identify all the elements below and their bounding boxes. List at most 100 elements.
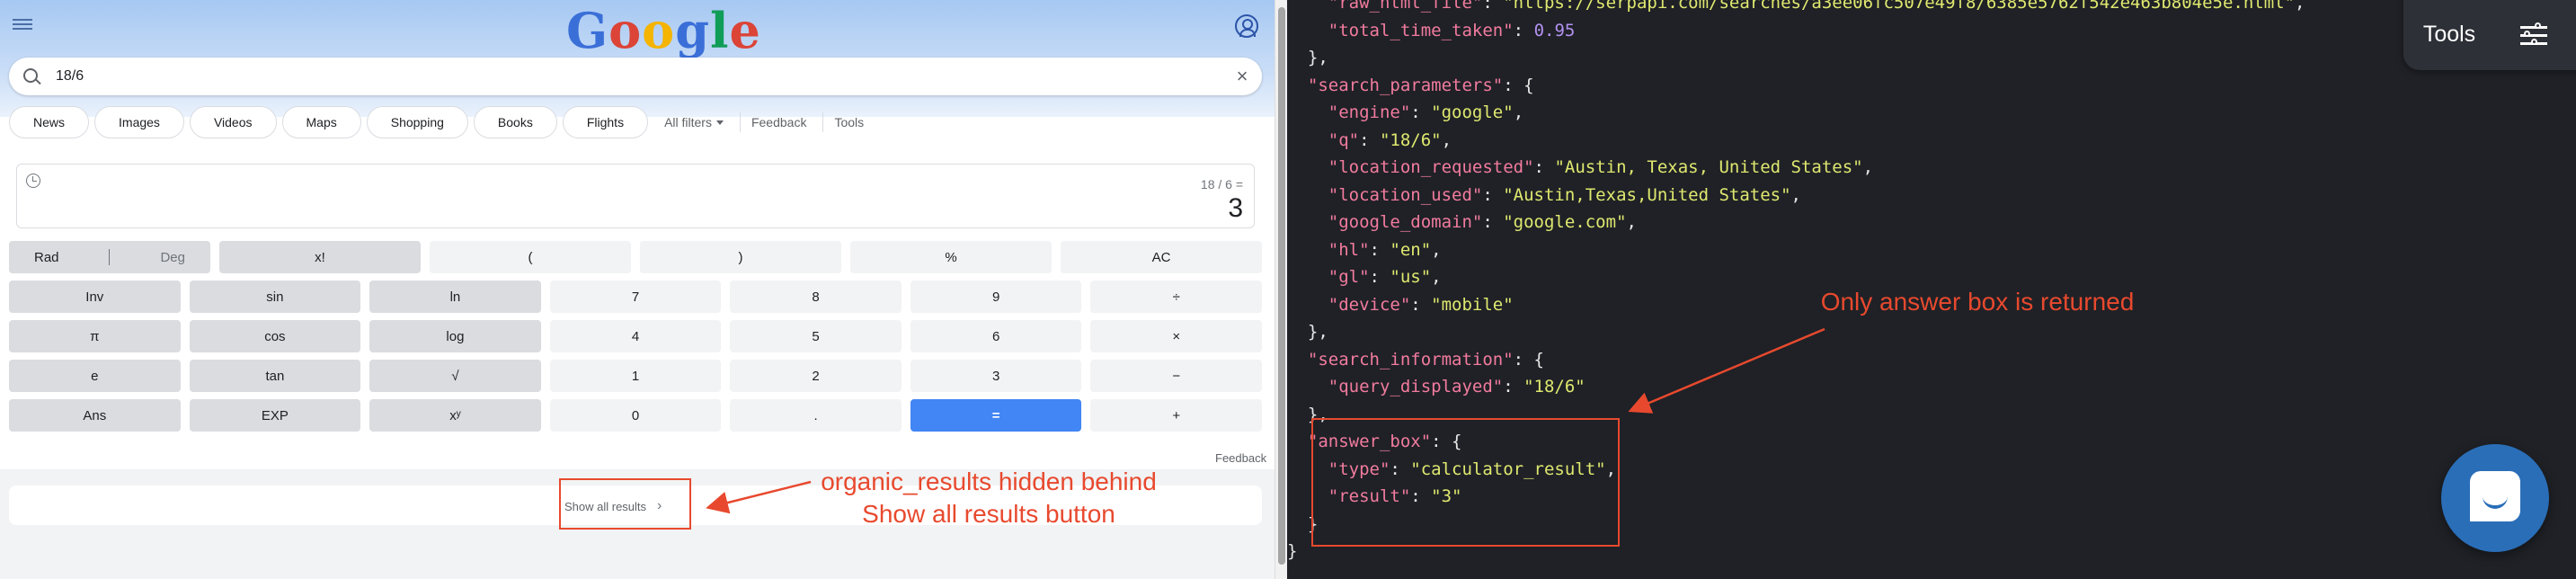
code-token: "Austin,Texas,United States" <box>1503 184 1791 205</box>
key-open-paren[interactable]: ( <box>430 241 631 273</box>
calculator-expression: 18 / 6 = <box>1200 177 1243 192</box>
key-decimal[interactable]: . <box>730 399 902 432</box>
annotation-line: Show all results button <box>862 500 1115 528</box>
code-token: : <box>1482 0 1504 13</box>
code-token: "google" <box>1431 102 1514 122</box>
hamburger-menu-icon[interactable] <box>13 16 32 34</box>
code-line: "q": "18/6", <box>1287 127 2305 155</box>
code-line: "hl": "en", <box>1287 236 2305 264</box>
code-token: , <box>1513 102 1524 122</box>
chip-maps[interactable]: Maps <box>281 106 361 138</box>
google-logo[interactable]: Google <box>566 2 761 59</box>
answer-box-highlight-box <box>1311 418 1620 547</box>
feedback-link-top[interactable]: Feedback <box>739 112 817 132</box>
key-2[interactable]: 2 <box>730 360 902 392</box>
search-filter-chips: News Images Videos Maps Shopping Books F… <box>9 106 875 138</box>
chip-books[interactable]: Books <box>473 106 557 138</box>
code-token: : <box>1503 377 1524 396</box>
code-token: , <box>1790 184 1801 205</box>
key-7[interactable]: 7 <box>549 281 722 313</box>
code-token: "us" <box>1390 267 1432 287</box>
key-minus[interactable]: − <box>1090 360 1263 392</box>
clear-search-icon[interactable]: × <box>1233 67 1251 86</box>
key-multiply[interactable]: × <box>1090 320 1263 352</box>
key-0[interactable]: 0 <box>549 399 722 432</box>
key-ans[interactable]: Ans <box>9 399 181 432</box>
key-cos[interactable]: cos <box>189 320 361 352</box>
left-pane-scrollbar[interactable] <box>1275 0 1287 579</box>
search-icon[interactable] <box>23 68 38 83</box>
code-token: "search_parameters" <box>1287 75 1504 95</box>
key-pi[interactable]: π <box>9 320 181 352</box>
key-5[interactable]: 5 <box>730 320 902 352</box>
all-filters-button[interactable]: All filters <box>653 106 734 138</box>
code-line: }, <box>1287 44 2305 72</box>
key-rad-deg[interactable]: Rad Deg <box>9 241 210 273</box>
key-sin[interactable]: sin <box>189 281 361 313</box>
key-inv[interactable]: Inv <box>9 281 181 313</box>
key-exp[interactable]: EXP <box>189 399 361 432</box>
organic-results-annotation: organic_results hidden behind Show all r… <box>800 466 1177 530</box>
key-factorial[interactable]: x! <box>219 241 421 273</box>
code-token: , <box>1431 267 1442 287</box>
account-icon[interactable] <box>1235 14 1258 38</box>
key-4[interactable]: 4 <box>549 320 722 352</box>
chip-news[interactable]: News <box>9 106 90 138</box>
code-token: }, <box>1287 48 1328 67</box>
code-token: "search_information" <box>1287 349 1514 370</box>
key-8[interactable]: 8 <box>730 281 902 313</box>
key-power[interactable]: xʸ <box>369 399 541 432</box>
search-bar: × <box>9 58 1262 95</box>
chat-icon <box>2470 471 2520 521</box>
code-token: : <box>1369 267 1390 287</box>
code-token: "query_displayed" <box>1287 377 1504 396</box>
code-token: , <box>1626 212 1637 232</box>
calculator-display: 18 / 6 = 3 <box>16 164 1255 228</box>
key-log[interactable]: log <box>369 320 541 352</box>
keypad-row: π cos log 4 5 6 × <box>9 320 1263 352</box>
calculator-feedback-link[interactable]: Feedback <box>1215 451 1266 465</box>
key-1[interactable]: 1 <box>549 360 722 392</box>
tools-link[interactable]: Tools <box>822 112 875 132</box>
code-token: , <box>1862 157 1874 177</box>
code-token: } <box>1287 541 1298 561</box>
code-token: 0.95 <box>1533 20 1576 40</box>
chip-shopping[interactable]: Shopping <box>366 106 468 138</box>
chip-images[interactable]: Images <box>94 106 184 138</box>
code-token: "engine" <box>1287 102 1411 122</box>
key-equals[interactable]: = <box>910 399 1082 432</box>
key-3[interactable]: 3 <box>910 360 1082 392</box>
key-plus[interactable]: + <box>1090 399 1263 432</box>
key-percent[interactable]: % <box>850 241 1052 273</box>
calculator-result: 3 <box>1228 193 1243 223</box>
key-9[interactable]: 9 <box>910 281 1082 313</box>
key-divide[interactable]: ÷ <box>1090 281 1263 313</box>
key-e[interactable]: e <box>9 360 181 392</box>
chat-widget-button[interactable] <box>2441 444 2549 552</box>
search-input[interactable] <box>56 67 1134 86</box>
key-close-paren[interactable]: ) <box>640 241 841 273</box>
sliders-icon[interactable] <box>2520 22 2547 47</box>
code-line: }, <box>1287 318 2305 346</box>
key-all-clear[interactable]: AC <box>1061 241 1262 273</box>
code-token: : <box>1410 102 1432 122</box>
code-token: "en" <box>1390 239 1432 260</box>
history-icon[interactable] <box>26 174 40 188</box>
code-token: "google_domain" <box>1287 212 1483 232</box>
key-tan[interactable]: tan <box>189 360 361 392</box>
key-6[interactable]: 6 <box>910 320 1082 352</box>
code-token: "device" <box>1287 294 1411 315</box>
screenshot-root: Google × News Images Videos Maps Shoppin… <box>0 0 2576 579</box>
code-token: : <box>1359 129 1380 150</box>
tools-panel-label[interactable]: Tools <box>2391 22 2508 48</box>
code-token: "total_time_taken" <box>1287 20 1514 40</box>
chip-videos[interactable]: Videos <box>189 106 277 138</box>
key-deg[interactable]: Deg <box>160 250 185 265</box>
code-token: : <box>1482 212 1504 232</box>
key-rad[interactable]: Rad <box>34 250 59 265</box>
scrollbar-thumb[interactable] <box>1278 7 1285 565</box>
code-token: "raw_html_file" <box>1287 0 1483 13</box>
chip-flights[interactable]: Flights <box>562 106 649 138</box>
key-sqrt[interactable]: √ <box>369 360 541 392</box>
key-ln[interactable]: ln <box>369 281 541 313</box>
